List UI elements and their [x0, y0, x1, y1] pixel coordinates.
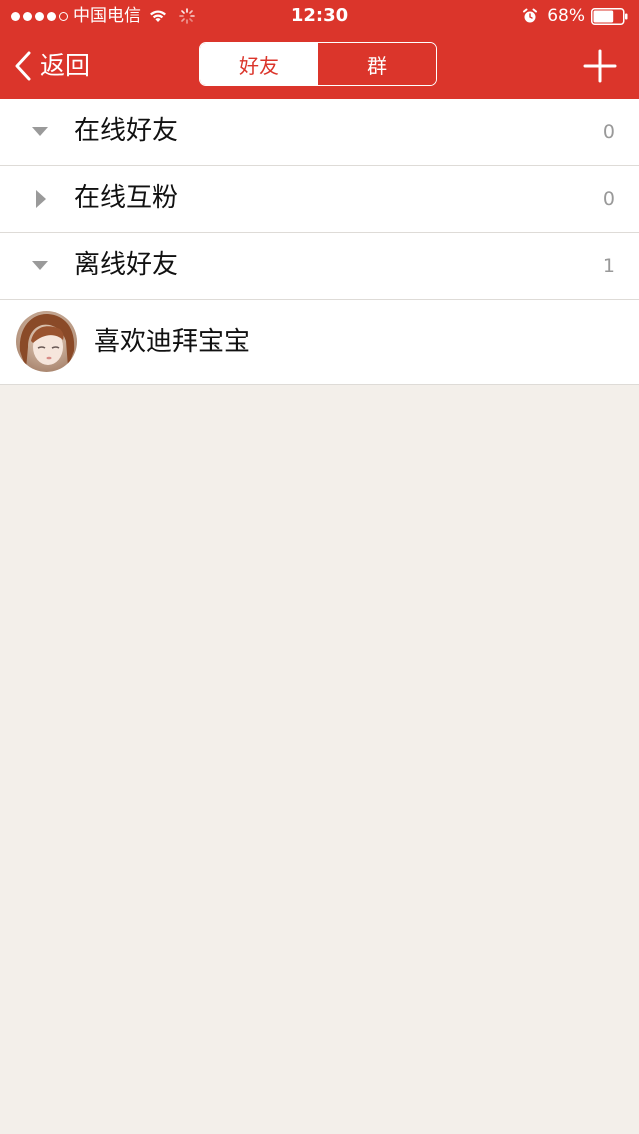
navigation-bar: 返回 好友 群	[0, 32, 639, 99]
chevron-left-icon	[15, 51, 31, 81]
collapse-right-arrow-icon	[36, 190, 46, 208]
group-label: 在线互粉	[74, 183, 179, 213]
tab-friends[interactable]: 好友	[200, 43, 318, 85]
group-offline-friends[interactable]: 离线好友 1	[0, 233, 639, 300]
add-icon[interactable]	[583, 49, 617, 83]
segmented-control: 好友 群	[199, 42, 437, 86]
group-label: 在线好友	[74, 116, 179, 146]
friend-name: 喜欢迪拜宝宝	[94, 327, 251, 357]
tab-groups[interactable]: 群	[318, 43, 436, 85]
group-count: 0	[602, 121, 615, 143]
status-bar-right: 68%	[522, 6, 628, 26]
group-count: 1	[602, 255, 615, 277]
group-online-mutual-follow[interactable]: 在线互粉 0	[0, 166, 639, 233]
back-button-label: 返回	[40, 51, 91, 80]
group-label: 离线好友	[74, 250, 179, 280]
alarm-clock-icon	[523, 8, 538, 23]
back-button[interactable]: 返回	[12, 48, 90, 84]
avatar[interactable]	[16, 311, 77, 372]
friend-list: 在线好友 0 在线互粉 0 离线好友 1 喜欢迪拜宝宝	[0, 99, 639, 385]
status-bar: 中国电信 12:30 68%	[0, 0, 639, 32]
battery-percentage: 68%	[547, 6, 585, 26]
group-count: 0	[602, 188, 615, 210]
expand-down-arrow-icon	[32, 127, 48, 136]
friend-list-item[interactable]: 喜欢迪拜宝宝	[0, 300, 639, 385]
group-online-friends[interactable]: 在线好友 0	[0, 99, 639, 166]
battery-icon	[591, 7, 628, 25]
expand-down-arrow-icon	[32, 261, 48, 270]
